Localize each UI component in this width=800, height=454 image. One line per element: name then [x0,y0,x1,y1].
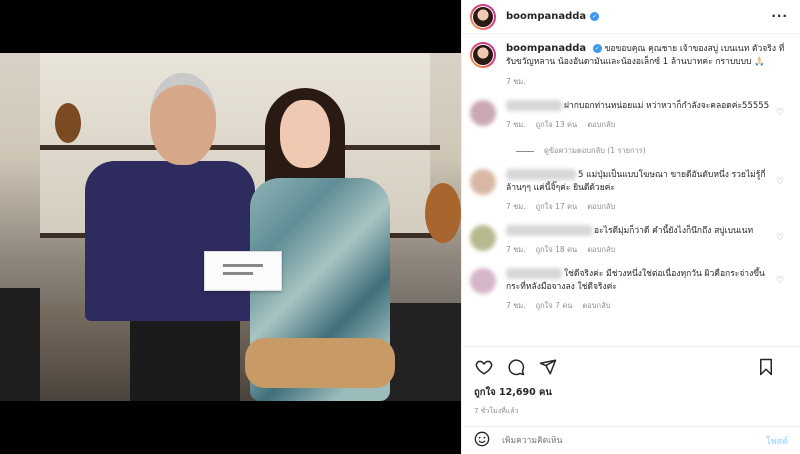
comment-likes[interactable]: ถูกใจ 13 คน [536,120,578,129]
view-replies-label: ดูข้อความตอบกลับ (1 รายการ) [544,146,646,155]
man-shirt [85,161,255,321]
man [85,73,255,401]
caption: boompanadda ✓ ขอขอบคุณ คุณชาย เจ้าของสบู… [470,42,790,88]
comment-time: 7 ชม. [506,202,526,211]
caption-avatar[interactable] [470,42,496,68]
replies-line [516,150,534,152]
verified-badge-icon: ✓ [592,44,602,53]
comment-icon[interactable] [506,357,526,377]
likes-count[interactable]: ถูกใจ 12,690 คน [474,385,788,400]
commenter-username[interactable] [506,169,576,180]
reply-button[interactable]: ตอบกลับ [587,245,615,254]
comment-heart-icon[interactable]: ♡ [776,233,784,243]
comment-time: 7 ชม. [506,301,526,310]
comment-likes[interactable]: ถูกใจ 18 คน [536,245,578,254]
post-time: 7 ชั่วโมงที่แล้ว [474,407,519,415]
post-comment-button[interactable]: โพสต์ [766,434,788,448]
commenter-avatar[interactable] [470,169,496,195]
caption-time: 7 ชม. [506,77,526,86]
commenter-username[interactable] [506,268,562,279]
reply-button[interactable]: ตอบกลับ [587,120,615,129]
reply-button[interactable]: ตอบกลับ [587,202,615,211]
action-icons [474,357,788,377]
comment-item: อะไรดีมุ่มก็ว่าดี คำนี้ยังไงก็นึกถึง สบู… [470,225,790,256]
commenter-username[interactable] [506,225,592,236]
caption-username[interactable]: boompanadda [506,43,586,54]
instagram-post-modal: boompanadda ✓ ··· boompanadda ✓ ขอขอบคุณ… [0,0,800,454]
post-media [0,0,461,454]
post-photo[interactable] [0,53,461,401]
post-header: boompanadda ✓ ··· [462,0,800,34]
sofa [0,288,40,401]
comment-heart-icon[interactable]: ♡ [776,177,784,187]
comment-likes[interactable]: ถูกใจ 7 คน [536,301,573,310]
commenter-avatar[interactable] [470,100,496,126]
post-side-panel: boompanadda ✓ ··· boompanadda ✓ ขอขอบคุณ… [461,0,800,454]
author-username[interactable]: boompanadda [506,11,586,22]
comment-item: 5 แม่ปุ่มเป็นแบบโฆษณา ขายดีอันดับหนึ่ง ร… [470,169,790,213]
share-icon[interactable] [538,357,558,377]
man-head [150,73,216,165]
comments-list[interactable]: boompanadda ✓ ขอขอบคุณ คุณชาย เจ้าของสบู… [462,34,800,346]
commenter-avatar[interactable] [470,268,496,294]
comment-text: ฝากบอกท่านหน่อยแม่ หว่าหวาก็กำลังจะคลอดค… [564,101,770,111]
woman-face [280,100,330,168]
woman [245,88,395,401]
guitar [425,183,461,243]
reply-button[interactable]: ตอบกลับ [582,301,610,310]
comment-time: 7 ชม. [506,245,526,254]
view-replies-button[interactable]: ดูข้อความตอบกลับ (1 รายการ) [516,145,790,157]
post-actions: ถูกใจ 12,690 คน 7 ชั่วโมงที่แล้ว [462,346,800,426]
comment-input[interactable] [502,435,732,446]
comment-heart-icon[interactable]: ♡ [776,276,784,286]
guitar [55,103,81,143]
commenter-avatar[interactable] [470,225,496,251]
heart-icon[interactable] [474,357,494,377]
comment-likes[interactable]: ถูกใจ 17 คน [536,202,578,211]
author-avatar[interactable] [470,3,496,30]
verified-badge-icon: ✓ [590,12,600,21]
commenter-username[interactable] [506,100,562,111]
man-legs [130,318,240,401]
woman-fur-trim [245,338,395,388]
comment-time: 7 ชม. [506,120,526,129]
comment-item: ใช่ดีจริงค่ะ มีช่วงหนึ่งใช่ต่อเนื่องทุกว… [470,268,790,312]
bookmark-icon[interactable] [756,357,776,377]
envelope [204,251,282,291]
emoji-icon[interactable] [474,431,490,450]
add-comment-bar: โพสต์ [462,426,800,454]
comment-text: อะไรดีมุ่มก็ว่าดี คำนี้ยังไงก็นึกถึง สบู… [594,226,754,236]
comment-heart-icon[interactable]: ♡ [776,108,784,118]
more-options-icon[interactable]: ··· [771,9,788,23]
comment-item: ฝากบอกท่านหน่อยแม่ หว่าหวาก็กำลังจะคลอดค… [470,100,790,131]
